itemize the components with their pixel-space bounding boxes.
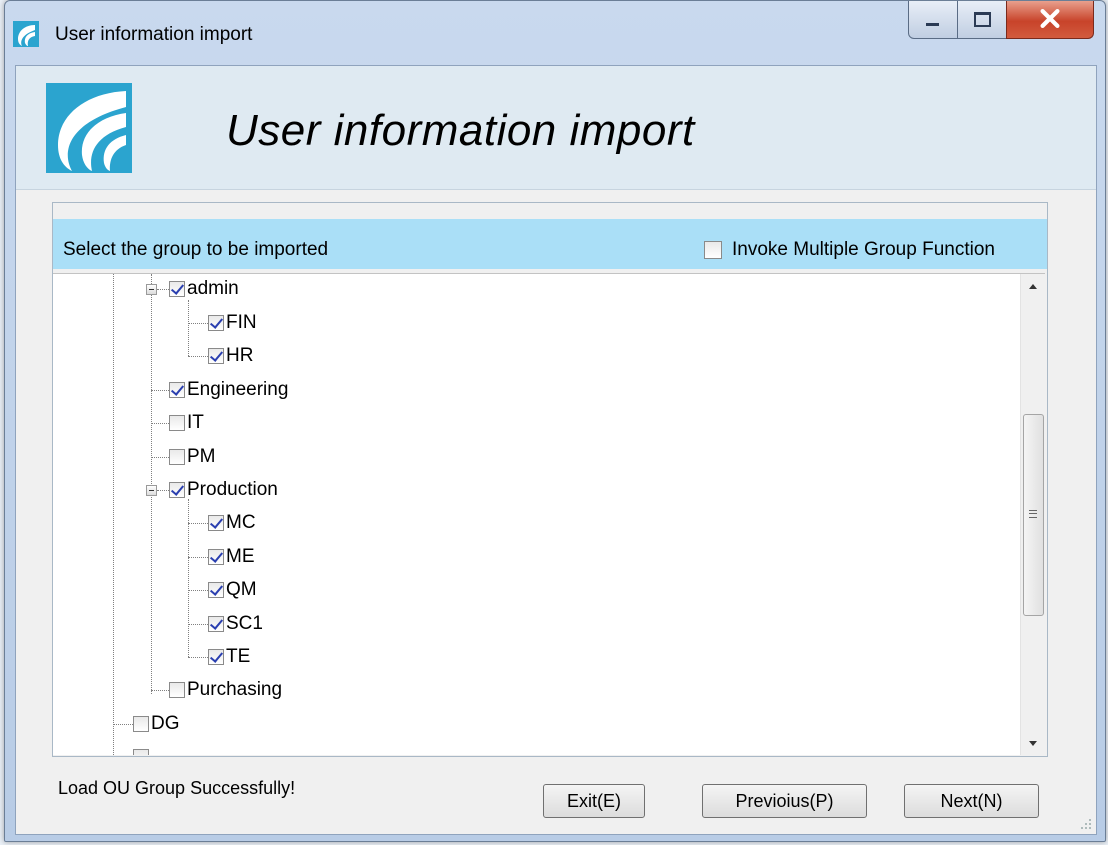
tree-line bbox=[113, 724, 133, 725]
tree-line bbox=[151, 390, 169, 391]
tree-checkbox[interactable] bbox=[208, 348, 224, 364]
close-icon bbox=[1040, 9, 1060, 28]
tree-line bbox=[188, 590, 208, 591]
scroll-down-icon[interactable] bbox=[1021, 731, 1045, 755]
scroll-thumb[interactable] bbox=[1023, 414, 1044, 616]
window-title: User information import bbox=[55, 24, 253, 45]
tree-line bbox=[188, 323, 208, 324]
tree-line bbox=[151, 457, 169, 458]
tree-checkbox[interactable] bbox=[169, 682, 185, 698]
group-select-label: Select the group to be imported bbox=[63, 239, 329, 260]
tree-node-label: TE bbox=[226, 646, 251, 667]
tree-node-it[interactable]: IT bbox=[169, 412, 204, 434]
tree-line bbox=[188, 523, 208, 524]
multi-group-checkbox[interactable]: Invoke Multiple Group Function bbox=[704, 239, 995, 261]
tree-checkbox[interactable] bbox=[133, 749, 149, 755]
tree-node-engineering[interactable]: Engineering bbox=[169, 379, 288, 401]
tree-line bbox=[188, 300, 189, 356]
tree-node-production[interactable]: Production bbox=[169, 479, 278, 501]
company-logo-icon bbox=[46, 83, 132, 173]
tree-line bbox=[151, 274, 152, 694]
tree-node-label: Production bbox=[187, 479, 278, 500]
app-window: User information import User information… bbox=[4, 0, 1106, 842]
tree-node-label: QM bbox=[226, 579, 257, 600]
previous-button[interactable]: Previoius(P) bbox=[702, 784, 867, 818]
tree-line bbox=[151, 690, 169, 691]
tree-node-label: IT bbox=[187, 412, 204, 433]
tree-checkbox[interactable] bbox=[208, 649, 224, 665]
tree-line bbox=[157, 289, 169, 290]
maximize-button[interactable] bbox=[957, 1, 1007, 39]
header-banner: User information import bbox=[16, 66, 1096, 189]
tree-checkbox[interactable] bbox=[169, 382, 185, 398]
header-divider bbox=[16, 189, 1096, 190]
tree-node-label: admin bbox=[187, 278, 239, 299]
tree-checkbox[interactable] bbox=[208, 582, 224, 598]
tree-node-label: DG bbox=[151, 713, 180, 734]
tree-node-hr[interactable]: HR bbox=[208, 345, 253, 367]
tree-node-admin[interactable]: admin bbox=[169, 278, 239, 300]
tree-line bbox=[151, 423, 169, 424]
tree-node-fin[interactable]: FIN bbox=[208, 312, 257, 334]
tree-checkbox[interactable] bbox=[208, 549, 224, 565]
tree-node-te[interactable]: TE bbox=[208, 646, 250, 668]
tree-node-me[interactable]: ME bbox=[208, 546, 255, 568]
client-area: User information import Select the group… bbox=[15, 65, 1097, 835]
tree-line bbox=[113, 274, 114, 755]
tree-node-dg[interactable]: DG bbox=[133, 713, 180, 735]
app-logo-icon bbox=[13, 21, 39, 47]
tree-checkbox[interactable] bbox=[133, 716, 149, 732]
close-button[interactable] bbox=[1006, 1, 1094, 39]
tree-node-purchasing[interactable]: Purchasing bbox=[169, 679, 282, 701]
maximize-icon bbox=[974, 12, 991, 27]
tree-node-partial[interactable] bbox=[133, 746, 151, 755]
tree-node-label: Engineering bbox=[187, 379, 289, 400]
multi-group-label: Invoke Multiple Group Function bbox=[732, 239, 995, 260]
tree-checkbox[interactable] bbox=[169, 281, 185, 297]
tree-node-label: ME bbox=[226, 546, 255, 567]
minimize-button[interactable] bbox=[908, 1, 958, 39]
collapse-admin-icon[interactable] bbox=[146, 284, 157, 295]
tree-scrollbar[interactable] bbox=[1020, 274, 1045, 755]
tree-node-mc[interactable]: MC bbox=[208, 512, 256, 534]
tree-node-label: SC1 bbox=[226, 613, 263, 634]
multi-group-checkbox-box[interactable] bbox=[704, 241, 722, 259]
tree-checkbox[interactable] bbox=[208, 515, 224, 531]
tree-node-label: FIN bbox=[226, 312, 257, 333]
next-button[interactable]: Next(N) bbox=[904, 784, 1039, 818]
resize-grip-icon[interactable] bbox=[1080, 818, 1092, 830]
status-message: Load OU Group Successfully! bbox=[58, 778, 296, 798]
tree-checkbox[interactable] bbox=[169, 482, 185, 498]
tree-line bbox=[188, 624, 208, 625]
tree-line bbox=[188, 356, 208, 357]
tree-node-qm[interactable]: QM bbox=[208, 579, 257, 601]
tree-node-pm[interactable]: PM bbox=[169, 446, 216, 468]
tree-checkbox[interactable] bbox=[169, 449, 185, 465]
tree-checkbox[interactable] bbox=[208, 315, 224, 331]
tree-line bbox=[188, 557, 208, 558]
tree-checkbox[interactable] bbox=[169, 415, 185, 431]
tree-line bbox=[188, 657, 208, 658]
tree-node-label: Purchasing bbox=[187, 679, 283, 700]
scroll-up-icon[interactable] bbox=[1021, 274, 1045, 298]
tree-node-label: HR bbox=[226, 345, 254, 366]
tree-node-label: MC bbox=[226, 512, 256, 533]
tree-node-sc1[interactable]: SC1 bbox=[208, 613, 263, 635]
minimize-icon bbox=[926, 23, 939, 26]
exit-button[interactable]: Exit(E) bbox=[543, 784, 645, 818]
tree-node-label: PM bbox=[187, 446, 216, 467]
collapse-production-icon[interactable] bbox=[146, 485, 157, 496]
page-title: User information import bbox=[226, 106, 695, 155]
group-selection-panel: Select the group to be imported Invoke M… bbox=[52, 202, 1048, 757]
tree-line bbox=[157, 490, 169, 491]
title-bar[interactable]: User information import bbox=[5, 1, 1105, 65]
group-tree[interactable]: admin FIN HR Engineering IT PM Productio… bbox=[53, 273, 1045, 755]
tree-checkbox[interactable] bbox=[208, 616, 224, 632]
